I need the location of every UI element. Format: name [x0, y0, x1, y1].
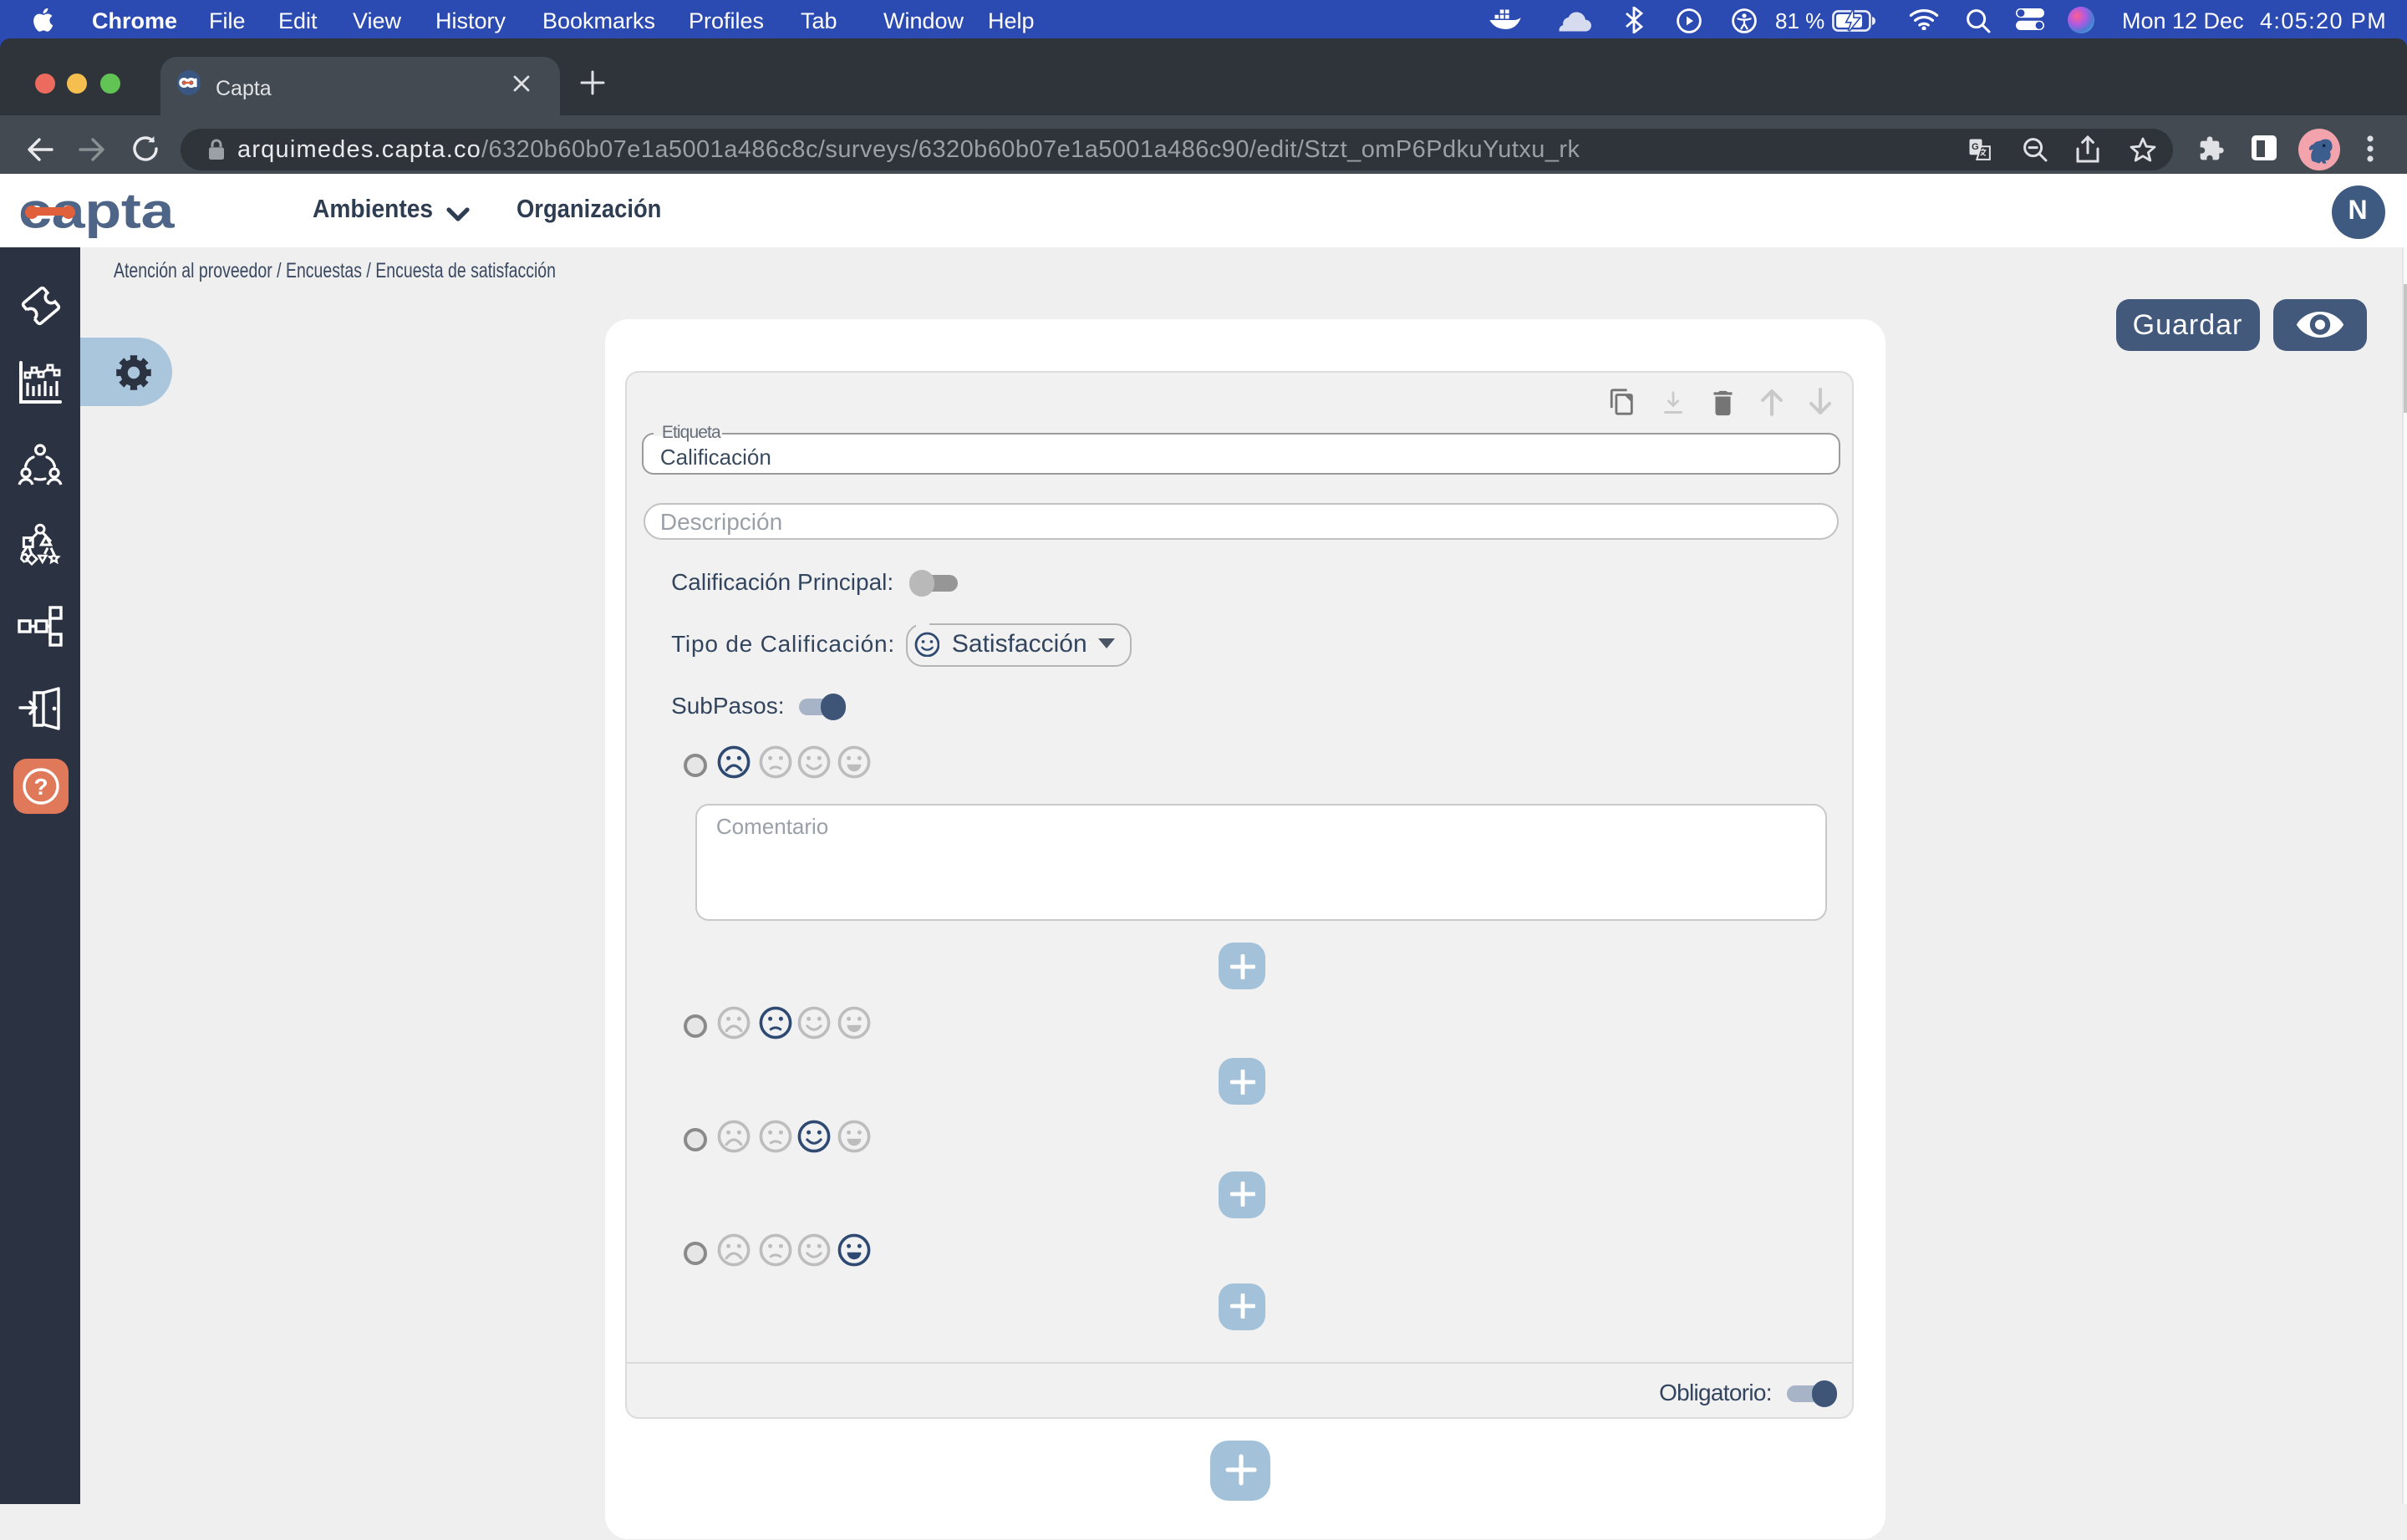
svg-text:G: G — [1971, 142, 1978, 152]
svg-text:?: ? — [33, 773, 47, 799]
